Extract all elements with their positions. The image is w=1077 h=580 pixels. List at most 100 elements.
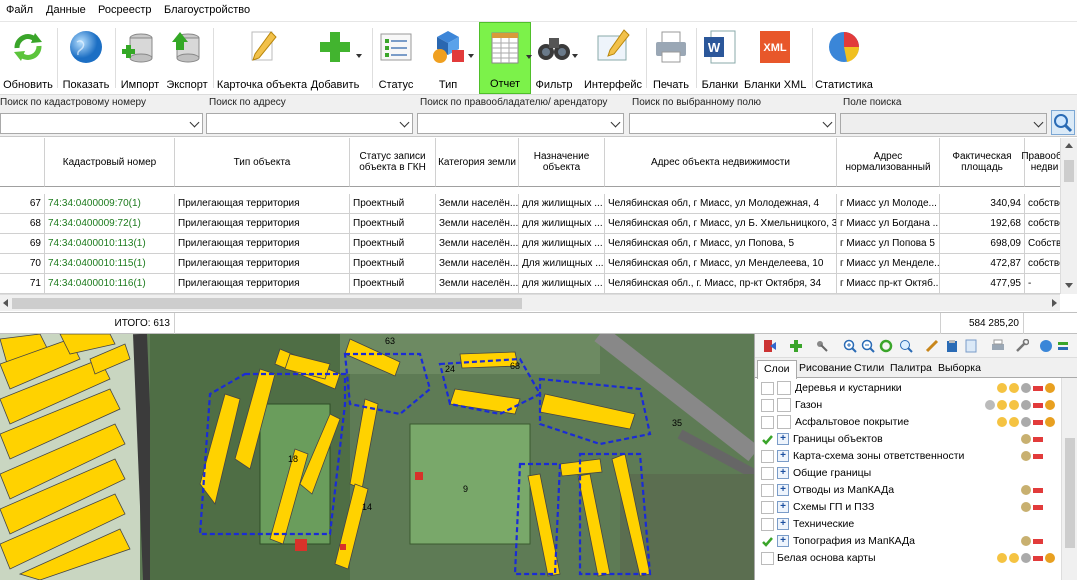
column-header[interactable]: Статус записи объекта в ГКН <box>350 138 436 187</box>
menu-rosreestr[interactable]: Росреестр <box>98 4 151 16</box>
layer-checkbox[interactable] <box>761 484 774 497</box>
layer-style-icon[interactable] <box>1009 553 1019 563</box>
layers-dropdown-icon[interactable] <box>1057 339 1071 353</box>
layers-scrollbar[interactable] <box>1061 378 1077 580</box>
layer-item[interactable]: Газон <box>755 397 1077 414</box>
menu-file[interactable]: Файл <box>6 4 33 16</box>
table-vertical-scrollbar[interactable] <box>1060 138 1077 294</box>
tab-palette[interactable]: Палитра <box>884 360 938 378</box>
forms-xml-button[interactable]: XML Бланки XML <box>744 22 806 94</box>
menu-landscaping[interactable]: Благоустройство <box>164 4 250 16</box>
refresh-button[interactable]: Обновить <box>2 22 54 94</box>
import-button[interactable]: Импорт <box>117 22 163 94</box>
layer-item[interactable]: + Общие границы <box>755 465 1077 482</box>
layer-style-icon[interactable] <box>1021 451 1031 461</box>
layer-style-icon[interactable] <box>997 400 1007 410</box>
layer-style-icon[interactable] <box>985 400 995 410</box>
add-layer-icon[interactable] <box>789 339 803 353</box>
add-button[interactable]: Добавить <box>310 22 362 94</box>
layer-item[interactable]: Белая основа карты <box>755 550 1077 567</box>
layer-style-icon[interactable] <box>1021 485 1031 495</box>
layer-style-icon[interactable] <box>1021 536 1031 546</box>
layer-style-icon[interactable] <box>997 553 1007 563</box>
layer-style-icon[interactable] <box>1033 539 1043 544</box>
ruler-icon[interactable] <box>925 339 939 353</box>
table-row[interactable]: 67 74:34:0400009:70(1) Прилегающая террито… <box>0 194 1065 214</box>
layer-style-icon[interactable] <box>1033 437 1043 442</box>
layer-checkbox[interactable] <box>761 416 774 429</box>
column-header[interactable]: Категория земли <box>436 138 519 187</box>
report-button[interactable]: Отчет <box>479 22 532 94</box>
table-row[interactable]: 68 74:34:0400009:72(1) Прилегающая террито… <box>0 214 1065 234</box>
type-button[interactable]: Тип <box>424 22 474 94</box>
layer-item[interactable]: + Отводы из МапКАДа <box>755 482 1077 499</box>
forms-button[interactable]: W Бланки <box>699 22 741 94</box>
layer-checkbox[interactable] <box>761 399 774 412</box>
layer-style-icon[interactable] <box>997 417 1007 427</box>
layer-style-icon[interactable] <box>1033 403 1043 408</box>
layer-style-icon[interactable] <box>1045 400 1055 410</box>
layer-style-icon[interactable] <box>997 383 1007 393</box>
layer-style-icon[interactable] <box>1033 488 1043 493</box>
column-header[interactable]: Адрес нормализованный <box>837 138 940 187</box>
clipboard-icon[interactable] <box>945 339 959 353</box>
layer-style-icon[interactable] <box>1009 417 1019 427</box>
expand-icon[interactable]: + <box>777 450 789 462</box>
layer-checkbox[interactable] <box>761 501 774 514</box>
tab-selection[interactable]: Выборка <box>932 360 987 378</box>
menu-data[interactable]: Данные <box>46 4 86 16</box>
print-button[interactable]: Печать <box>649 22 693 94</box>
wrench-icon[interactable] <box>1015 339 1029 353</box>
zoom-extent-icon[interactable] <box>899 339 913 353</box>
layer-checkbox[interactable] <box>777 398 791 412</box>
layer-checkbox[interactable] <box>761 467 774 480</box>
layer-style-icon[interactable] <box>1033 556 1043 561</box>
column-header[interactable]: Назначение объекта <box>519 138 605 187</box>
layer-style-icon[interactable] <box>1033 505 1043 510</box>
column-header[interactable]: Тип объекта <box>175 138 350 187</box>
map-view[interactable]: 63 24 68 35 14 9 18 <box>0 334 754 580</box>
layer-style-icon[interactable] <box>1021 502 1031 512</box>
layer-style-icon[interactable] <box>1021 383 1031 393</box>
exit-icon[interactable] <box>763 339 777 353</box>
column-header[interactable]: Адрес объекта недвижимости <box>605 138 837 187</box>
layer-item[interactable]: + Границы объектов <box>755 431 1077 448</box>
object-card-button[interactable]: Карточка объекта <box>216 22 308 94</box>
expand-icon[interactable]: + <box>777 518 789 530</box>
expand-icon[interactable]: + <box>777 501 789 513</box>
interface-button[interactable]: Интерфейс <box>584 22 642 94</box>
layer-style-icon[interactable] <box>1033 420 1043 425</box>
layer-checkbox[interactable] <box>777 381 791 395</box>
layer-style-icon[interactable] <box>1021 434 1031 444</box>
owner-search-combo[interactable] <box>417 113 624 134</box>
filter-button[interactable]: Фильтр <box>532 22 578 94</box>
checkmark-icon[interactable] <box>761 535 774 548</box>
table-row[interactable]: 71 74:34:0400010:116(1) Прилегающая террит… <box>0 274 1065 294</box>
field-search-combo[interactable] <box>629 113 836 134</box>
layer-item[interactable]: Асфальтовое покрытие <box>755 414 1077 431</box>
tab-layers[interactable]: Слои <box>757 360 797 379</box>
refresh-map-icon[interactable] <box>879 339 893 353</box>
map-canvas[interactable]: 63 24 68 35 14 9 18 <box>0 334 754 580</box>
expand-icon[interactable]: + <box>777 535 789 547</box>
layer-item[interactable]: + Технические <box>755 516 1077 533</box>
layer-style-icon[interactable] <box>1009 400 1019 410</box>
layer-style-icon[interactable] <box>1045 417 1055 427</box>
globe-small-icon[interactable] <box>1039 339 1053 353</box>
checkmark-icon[interactable] <box>761 433 774 446</box>
search-field-combo[interactable] <box>840 113 1047 134</box>
layer-item[interactable]: + Схемы ГП и ПЗЗ <box>755 499 1077 516</box>
show-button[interactable]: Показать <box>60 22 112 94</box>
layer-style-icon[interactable] <box>1045 383 1055 393</box>
layer-checkbox[interactable] <box>777 415 791 429</box>
layer-style-icon[interactable] <box>1009 383 1019 393</box>
layer-item[interactable]: Деревья и кустарники <box>755 380 1077 397</box>
table-row[interactable]: 70 74:34:0400010:115(1) Прилегающая террит… <box>0 254 1065 274</box>
layer-style-icon[interactable] <box>1021 400 1031 410</box>
layer-checkbox[interactable] <box>761 450 774 463</box>
table-row[interactable]: 69 74:34:0400010:113(1) Прилегающая террит… <box>0 234 1065 254</box>
layer-style-icon[interactable] <box>1033 454 1043 459</box>
layer-checkbox[interactable] <box>761 382 774 395</box>
layer-style-icon[interactable] <box>1033 386 1043 391</box>
layer-checkbox[interactable] <box>761 552 774 565</box>
